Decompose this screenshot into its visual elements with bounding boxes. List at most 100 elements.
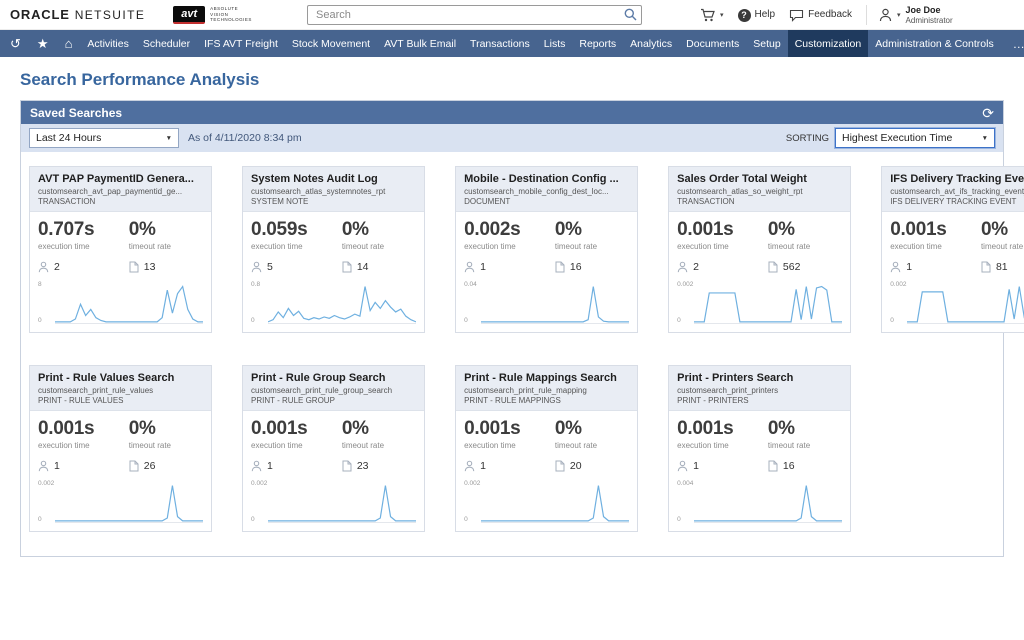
saved-search-card[interactable]: AVT PAP PaymentID Genera... customsearch…	[29, 166, 213, 333]
card-record-type: PRINT - PRINTERS	[677, 396, 749, 405]
saved-search-card[interactable]: Sales Order Total Weight customsearch_at…	[668, 166, 852, 333]
card-search-id: customsearch_print_printers	[677, 386, 779, 395]
sparkline-ymax-label: 0.002	[464, 480, 481, 487]
timeout-rate-label: timeout rate	[341, 441, 385, 450]
nav-more-button[interactable]: …	[1001, 30, 1024, 57]
file-icon	[981, 261, 991, 273]
saved-search-card[interactable]: Print - Rule Mappings Search customsearc…	[455, 365, 639, 532]
person-icon	[251, 460, 262, 472]
nav-item-analytics[interactable]: Analytics	[623, 30, 679, 57]
timeout-rate-metric: 0% timeout rate	[555, 418, 629, 450]
nav-item-lists[interactable]: Lists	[537, 30, 573, 57]
global-search	[307, 5, 642, 25]
runs-count-value: 16	[782, 460, 795, 472]
recent-records-icon[interactable]: ↺	[2, 30, 29, 57]
card-title: System Notes Audit Log	[251, 173, 378, 185]
execution-time-label: execution time	[38, 441, 90, 450]
saved-search-card[interactable]: Print - Printers Search customsearch_pri…	[668, 365, 852, 532]
saved-search-card[interactable]: Mobile - Destination Config ... customse…	[455, 166, 639, 333]
person-icon	[38, 460, 49, 472]
file-icon	[768, 261, 778, 273]
users-count: 1	[890, 261, 981, 273]
nav-item-stock-movement[interactable]: Stock Movement	[285, 30, 377, 57]
home-icon[interactable]: ⌂	[57, 30, 81, 57]
timeout-rate-value: 0%	[128, 418, 156, 439]
timeout-rate-label: timeout rate	[128, 441, 172, 450]
feedback-button[interactable]: Feedback	[789, 9, 852, 22]
filter-bar: Last 24 Hours ▼ As of 4/11/2020 8:34 pm …	[21, 124, 1003, 152]
users-count-value: 1	[693, 460, 699, 472]
create-new-menu[interactable]: ▾	[700, 8, 724, 22]
card-header: IFS Delivery Tracking Event ... customse…	[882, 167, 1024, 212]
timeout-rate-label: timeout rate	[554, 242, 598, 251]
help-button[interactable]: ? Help	[737, 8, 775, 22]
chevron-down-icon: ▼	[165, 134, 172, 142]
nav-item-documents[interactable]: Documents	[679, 30, 746, 57]
chevron-down-icon: ▾	[897, 11, 901, 19]
sparkline-ymax-label: 0.8	[251, 281, 261, 288]
user-role: Administrator	[905, 15, 953, 25]
file-icon	[555, 261, 565, 273]
sparkline-ymax-label: 0.004	[677, 480, 694, 487]
user-identity: Joe Doe Administrator	[906, 5, 953, 25]
card-search-id: customsearch_print_rule_mapping	[464, 386, 587, 395]
users-count: 1	[464, 460, 555, 472]
nav-item-setup[interactable]: Setup	[746, 30, 787, 57]
timeout-rate-value: 0%	[767, 418, 795, 439]
nav-item-avt-bulk-email[interactable]: AVT Bulk Email	[377, 30, 463, 57]
timeout-rate-value: 0%	[767, 219, 795, 240]
card-header: Mobile - Destination Config ... customse…	[456, 167, 638, 212]
card-body: 0.001s execution time 0% timeout rate 1 …	[669, 411, 850, 531]
nav-item-reports[interactable]: Reports	[572, 30, 623, 57]
saved-search-card[interactable]: System Notes Audit Log customsearch_atla…	[242, 166, 426, 333]
oracle-netsuite-logo[interactable]: ORACLE NETSUITE	[10, 7, 145, 22]
saved-search-card[interactable]: IFS Delivery Tracking Event ... customse…	[881, 166, 1024, 333]
nav-item-scheduler[interactable]: Scheduler	[136, 30, 197, 57]
card-counts: 5 14	[251, 261, 416, 273]
saved-search-card[interactable]: Print - Rule Group Search customsearch_p…	[242, 365, 426, 532]
avt-logo-box: avt	[173, 5, 206, 24]
users-count-value: 1	[480, 261, 486, 273]
nav-items: Activities Scheduler IFS AVT Freight Stock …	[80, 30, 1000, 57]
sparkline-chart	[268, 282, 417, 324]
sorting-select[interactable]: Highest Execution Time ▼	[835, 128, 995, 148]
card-metrics: 0.002s execution time 0% timeout rate	[464, 219, 629, 251]
timeout-rate-value: 0%	[554, 219, 582, 240]
users-count: 1	[251, 460, 342, 472]
card-body: 0.001s execution time 0% timeout rate 1 …	[882, 212, 1024, 332]
search-icon[interactable]	[624, 8, 637, 21]
card-record-type: IFS DELIVERY TRACKING EVENT	[890, 197, 1017, 206]
sparkline-ymax-label: 8	[38, 281, 42, 288]
shortcuts-star-icon[interactable]: ★	[29, 30, 57, 57]
avt-partner-logo: avt ABSOLUTE VISION TECHNOLOGIES	[173, 5, 252, 24]
nav-item-administration-controls[interactable]: Administration & Controls	[868, 30, 1000, 57]
runs-count: 13	[129, 261, 203, 273]
sparkline-path	[268, 287, 416, 322]
users-count-value: 1	[906, 261, 913, 273]
feedback-icon	[790, 9, 804, 22]
refresh-icon[interactable]: ⟳	[982, 106, 994, 120]
date-range-select[interactable]: Last 24 Hours ▼	[29, 128, 179, 148]
panel-title: Saved Searches	[30, 105, 123, 120]
nav-item-transactions[interactable]: Transactions	[463, 30, 537, 57]
nav-item-activities[interactable]: Activities	[80, 30, 135, 57]
card-metrics: 0.001s execution time 0% timeout rate	[251, 418, 416, 450]
sorting-control: SORTING Highest Execution Time ▼	[786, 128, 995, 148]
netsuite-logo-text: NETSUITE	[74, 8, 146, 22]
timeout-rate-value: 0%	[341, 219, 369, 240]
execution-time-metric: 0.001s execution time	[38, 418, 129, 450]
global-search-input[interactable]	[307, 5, 642, 25]
user-menu[interactable]: ▾ Joe Doe Administrator	[866, 4, 953, 26]
saved-search-card[interactable]: Print - Rule Values Search customsearch_…	[29, 365, 213, 532]
person-icon	[464, 460, 475, 472]
file-icon	[129, 460, 139, 472]
cards-grid: AVT PAP PaymentID Genera... customsearch…	[21, 152, 1024, 556]
sorting-value: Highest Execution Time	[842, 132, 953, 144]
runs-count-value: 23	[356, 460, 369, 472]
execution-time-value: 0.001s	[677, 418, 734, 439]
card-search-id: customsearch_atlas_systemnotes_rpt	[251, 187, 386, 196]
nav-item-customization[interactable]: Customization	[787, 30, 869, 57]
execution-time-metric: 0.707s execution time	[38, 219, 129, 251]
nav-item-ifs-avt-freight[interactable]: IFS AVT Freight	[197, 30, 285, 57]
sparkline-axis-labels: 0.002 0	[38, 480, 55, 523]
